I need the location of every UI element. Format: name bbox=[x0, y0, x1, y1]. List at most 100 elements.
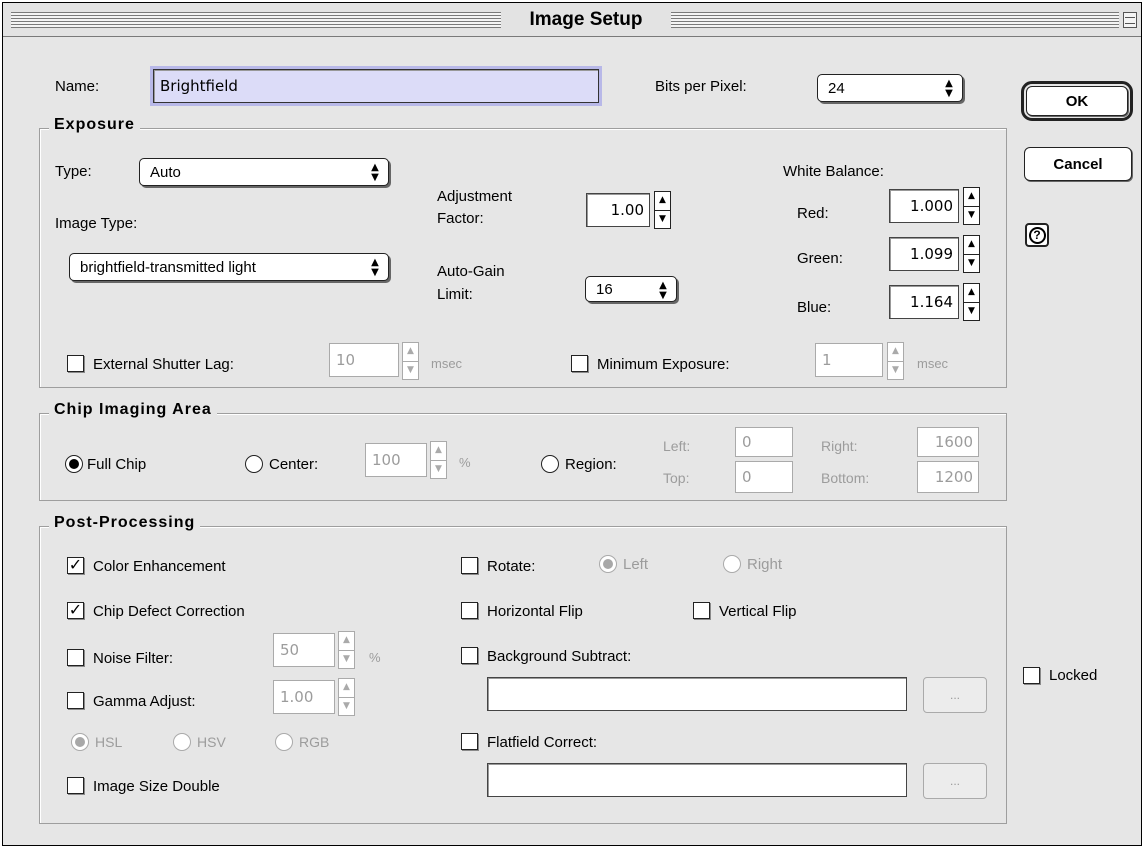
shutter-lag-stepper[interactable]: ▲ ▼ bbox=[402, 342, 419, 380]
image-type-popup[interactable]: brightfield-transmitted light ▲ ▼ bbox=[69, 253, 389, 281]
up-arrow-icon[interactable]: ▲ bbox=[339, 679, 354, 697]
window-title: Image Setup bbox=[503, 9, 669, 31]
type-label: Type: bbox=[55, 163, 92, 180]
background-subtract-browse-button[interactable]: ... bbox=[923, 677, 987, 713]
bits-per-pixel-popup[interactable]: 24 ▲ ▼ bbox=[817, 74, 963, 102]
down-arrow-icon[interactable]: ▼ bbox=[888, 360, 903, 380]
hsl-label: HSL bbox=[95, 734, 123, 750]
red-field[interactable]: 1.000 bbox=[889, 189, 959, 223]
center-stepper[interactable]: ▲ ▼ bbox=[430, 441, 447, 479]
right-field[interactable]: 1600 bbox=[917, 427, 979, 457]
full-chip-radio[interactable] bbox=[65, 455, 83, 473]
region-radio[interactable] bbox=[541, 455, 559, 473]
color-enhancement-checkbox[interactable]: ✓ bbox=[67, 557, 84, 574]
down-arrow-icon[interactable]: ▼ bbox=[403, 360, 418, 380]
bottom-label: Bottom: bbox=[821, 470, 870, 486]
cancel-button[interactable]: Cancel bbox=[1024, 147, 1132, 181]
up-arrow-icon[interactable]: ▲ bbox=[339, 632, 354, 650]
up-arrow-icon[interactable]: ▲ bbox=[655, 192, 670, 210]
center-label: Center: bbox=[269, 456, 319, 473]
noise-filter-unit: % bbox=[369, 650, 381, 665]
background-subtract-path-field[interactable] bbox=[487, 677, 907, 711]
down-arrow-icon[interactable]: ▼ bbox=[964, 205, 979, 225]
flatfield-correct-browse-button[interactable]: ... bbox=[923, 763, 987, 799]
green-stepper[interactable]: ▲ ▼ bbox=[963, 235, 980, 273]
hsv-label: HSV bbox=[197, 734, 226, 750]
noise-filter-checkbox[interactable] bbox=[67, 649, 84, 666]
bottom-field[interactable]: 1200 bbox=[917, 461, 979, 493]
top-field[interactable]: 0 bbox=[735, 461, 793, 493]
flatfield-correct-label: Flatfield Correct: bbox=[487, 734, 598, 751]
horizontal-flip-checkbox[interactable] bbox=[461, 602, 478, 619]
down-arrow-icon[interactable]: ▼ bbox=[339, 696, 354, 716]
rgb-label: RGB bbox=[299, 734, 330, 750]
adjustment-factor-field[interactable]: 1.00 bbox=[586, 193, 650, 227]
gamma-adjust-checkbox[interactable] bbox=[67, 692, 84, 709]
top-label: Top: bbox=[663, 470, 690, 486]
noise-filter-label: Noise Filter: bbox=[93, 650, 174, 667]
vertical-flip-label: Vertical Flip bbox=[719, 603, 797, 620]
background-subtract-label: Background Subtract: bbox=[487, 648, 632, 665]
title-bar[interactable]: Image Setup bbox=[3, 3, 1141, 37]
left-field[interactable]: 0 bbox=[735, 427, 793, 457]
minimum-exposure-stepper[interactable]: ▲ ▼ bbox=[887, 342, 904, 380]
help-button[interactable]: ? bbox=[1025, 223, 1049, 247]
rotate-right-radio[interactable] bbox=[723, 555, 741, 573]
vertical-flip-checkbox[interactable] bbox=[693, 602, 710, 619]
down-arrow-icon[interactable]: ▼ bbox=[964, 301, 979, 321]
center-radio[interactable] bbox=[245, 455, 263, 473]
shutter-lag-field[interactable]: 10 bbox=[329, 343, 399, 377]
chip-imaging-area-group bbox=[39, 413, 1007, 501]
up-arrow-icon[interactable]: ▲ bbox=[964, 236, 979, 254]
up-arrow-icon[interactable]: ▲ bbox=[888, 343, 903, 361]
rotate-checkbox[interactable] bbox=[461, 557, 478, 574]
up-arrow-icon[interactable]: ▲ bbox=[964, 188, 979, 206]
chip-defect-correction-label: Chip Defect Correction bbox=[93, 603, 245, 620]
red-stepper[interactable]: ▲ ▼ bbox=[963, 187, 980, 225]
collapse-box-icon[interactable] bbox=[1123, 12, 1137, 28]
shutter-lag-unit: msec bbox=[431, 356, 463, 371]
auto-gain-popup[interactable]: 16 ▲ ▼ bbox=[585, 276, 677, 302]
gamma-adjust-field[interactable]: 1.00 bbox=[273, 680, 335, 714]
color-enhancement-label: Color Enhancement bbox=[93, 558, 226, 575]
down-arrow-icon[interactable]: ▼ bbox=[431, 459, 446, 479]
noise-filter-field[interactable]: 50 bbox=[273, 633, 335, 667]
popup-arrows-icon: ▲ ▼ bbox=[371, 162, 379, 183]
name-field[interactable]: Brightfield bbox=[150, 66, 602, 106]
blue-field[interactable]: 1.164 bbox=[889, 285, 959, 319]
chip-defect-correction-checkbox[interactable]: ✓ bbox=[67, 602, 84, 619]
rotate-left-label: Left bbox=[623, 556, 649, 573]
popup-arrows-icon: ▲ ▼ bbox=[945, 78, 953, 99]
ok-button[interactable]: OK bbox=[1021, 81, 1133, 121]
title-bar-stripes-left bbox=[11, 12, 501, 28]
up-arrow-icon[interactable]: ▲ bbox=[403, 343, 418, 361]
post-processing-title: Post-Processing bbox=[49, 514, 201, 532]
hsl-radio[interactable] bbox=[71, 733, 89, 751]
title-bar-stripes-right bbox=[671, 12, 1119, 28]
rotate-left-radio[interactable] bbox=[599, 555, 617, 573]
down-arrow-icon[interactable]: ▼ bbox=[339, 649, 354, 669]
locked-checkbox[interactable] bbox=[1023, 667, 1040, 684]
auto-gain-label-line1: Auto-Gain bbox=[437, 263, 505, 280]
external-shutter-lag-checkbox[interactable] bbox=[67, 355, 84, 372]
up-arrow-icon[interactable]: ▲ bbox=[964, 284, 979, 302]
type-popup[interactable]: Auto ▲ ▼ bbox=[139, 158, 389, 186]
down-arrow-icon[interactable]: ▼ bbox=[964, 253, 979, 273]
noise-filter-stepper[interactable]: ▲ ▼ bbox=[338, 631, 355, 669]
center-field[interactable]: 100 bbox=[365, 443, 427, 477]
blue-stepper[interactable]: ▲ ▼ bbox=[963, 283, 980, 321]
minimum-exposure-field[interactable]: 1 bbox=[815, 343, 883, 377]
hsv-radio[interactable] bbox=[173, 733, 191, 751]
background-subtract-checkbox[interactable] bbox=[461, 647, 478, 664]
gamma-adjust-stepper[interactable]: ▲ ▼ bbox=[338, 678, 355, 716]
image-type-label: Image Type: bbox=[55, 215, 138, 232]
adjustment-factor-stepper[interactable]: ▲ ▼ bbox=[654, 191, 671, 229]
flatfield-correct-path-field[interactable] bbox=[487, 763, 907, 797]
down-arrow-icon[interactable]: ▼ bbox=[655, 209, 670, 229]
up-arrow-icon[interactable]: ▲ bbox=[431, 442, 446, 460]
flatfield-correct-checkbox[interactable] bbox=[461, 733, 478, 750]
rgb-radio[interactable] bbox=[275, 733, 293, 751]
minimum-exposure-checkbox[interactable] bbox=[571, 355, 588, 372]
image-size-double-checkbox[interactable] bbox=[67, 777, 84, 794]
green-field[interactable]: 1.099 bbox=[889, 237, 959, 271]
